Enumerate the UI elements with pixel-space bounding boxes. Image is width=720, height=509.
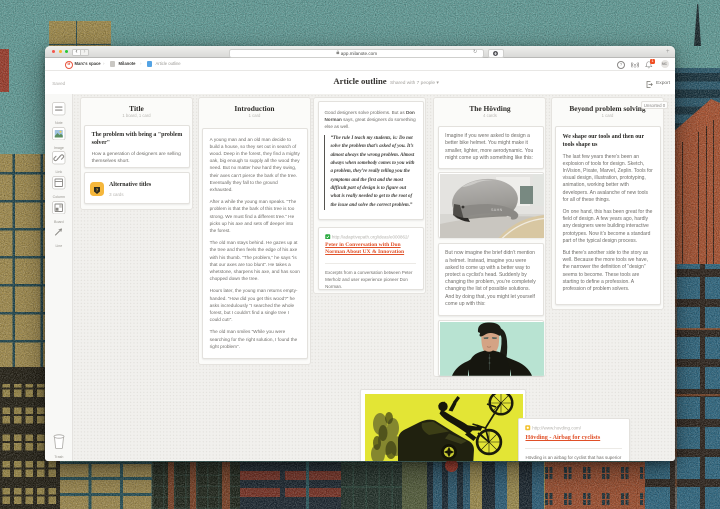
svg-text:?: ? [96, 187, 99, 192]
svg-text:SAHN: SAHN [491, 208, 503, 212]
